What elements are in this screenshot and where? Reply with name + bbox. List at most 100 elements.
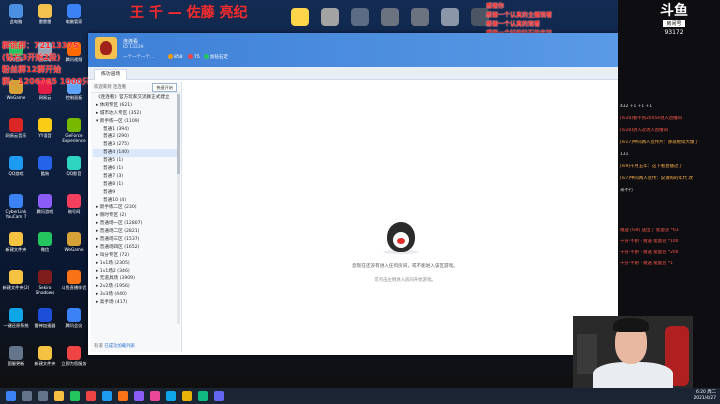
desktop-icon[interactable]: WeGame [60,232,88,252]
task-view-icon[interactable] [38,391,48,401]
room-category[interactable]: ▸ 限时专区 (2) [93,212,177,220]
room-category[interactable]: ▸ 2v2场 (1956) [93,283,177,291]
folder-icon[interactable] [54,391,64,401]
desktop-icon[interactable]: CyberLink YouCam 7 [2,194,30,219]
room-item[interactable]: 普通3 (275) [93,141,177,149]
desktop-icon[interactable]: 国服更新 [2,346,30,366]
desktop-icon-label: YY语音 [38,133,52,138]
avatar[interactable] [95,37,117,59]
desktop-icon-label: 此电脑 [9,19,23,24]
app-icon [9,346,23,360]
tab-practice[interactable]: 练功道场 [94,69,128,80]
desktop-icon[interactable]: 斗鱼直播伴侣 [60,270,88,290]
penguin-mascot-icon [383,220,419,256]
room-item[interactable]: 普通5 (1) [93,157,177,165]
desktop-icon[interactable]: 新建文件夹 [31,346,59,366]
room-category[interactable]: ▸ 城市达人专区 (352) [93,110,177,118]
app-icon[interactable] [102,391,112,401]
overlay-line: 感谢你 [486,3,505,10]
room-category[interactable]: ▸ 普通场三区 (1537) [93,236,177,244]
diamond-badge[interactable]: 加钻石定 [204,54,228,60]
empty-state-message: 您现在还没有进入任何房间，或不能进入该区游戏。 [352,264,458,269]
desktop-icon[interactable]: 微信 [31,232,59,252]
game-lobby-window[interactable]: 连连看 ID 13239 一个一个一个... 858 75 加钻石定 练功道场 … [88,33,629,355]
desktop-icon[interactable]: 网易云音乐 [2,118,30,138]
desktop-icon[interactable]: 新建文件夹 [2,232,30,252]
room-category[interactable]: ▸ 叫分专区 (72) [93,252,177,260]
app-icon[interactable] [86,391,96,401]
room-item[interactable]: 普通2 (290) [93,133,177,141]
desktop-icon-label: 微信 [40,247,50,252]
room-category[interactable]: 《连连看》官方玩家交流群正式建立 [93,94,177,102]
app-icon[interactable] [381,8,399,26]
desktop-icon[interactable]: 新建文件夹(2) [2,270,30,290]
app-icon[interactable] [182,391,192,401]
room-category[interactable]: ▸ 普通场一区 (12807) [93,220,177,228]
room-item[interactable]: 普通4 (140) [93,149,177,158]
scrollbar[interactable] [177,94,180,324]
desktop-icon-label: 酷狗 [40,171,50,176]
quick-start-button[interactable]: 快速开始 [152,83,177,92]
room-category[interactable]: ▸ 1v1场 (2305) [93,260,177,268]
search-icon[interactable] [22,391,32,401]
desktop-icon[interactable]: 腾讯游戏 [31,194,59,214]
desktop-icon[interactable]: QQ影音 [60,156,88,176]
room-item[interactable]: 普通1 (394) [93,126,177,134]
desktop-icon[interactable]: Sekiro Shadows [31,270,59,295]
room-category[interactable]: ▸ 1v1场2 (346) [93,268,177,276]
room-list-footer: 有道 已成功加载列表 [94,343,135,349]
app-icon[interactable] [70,391,80,401]
app-icon[interactable] [198,391,208,401]
desktop-icon[interactable]: QQ游戏 [2,156,30,176]
desktop-icon[interactable]: 雷雷雷 [31,4,59,24]
chat-message: 131 [620,152,629,157]
room-item[interactable]: 普通7 (3) [93,173,177,181]
desktop-icon[interactable]: YY语音 [31,118,59,138]
app-icon[interactable] [214,391,224,401]
desktop-icon-label: 暗号网 [67,209,81,214]
room-item[interactable]: 普通6 (1) [93,165,177,173]
room-item[interactable]: 普通9 [93,189,177,197]
room-item[interactable]: 普通10 (4) [93,197,177,205]
logo-text: 斗鱼 [660,3,688,19]
desktop-icon[interactable]: 此电脑 [2,4,30,24]
desktop-icon[interactable]: 立即为您服务 [60,346,88,366]
desktop-icon[interactable]: 暗号网 [60,194,88,214]
room-category[interactable]: ▸ 3v3场 (440) [93,291,177,299]
home-icon[interactable] [291,8,309,26]
desktop-icon[interactable]: 腾讯会议 [60,308,88,328]
app-icon[interactable] [321,8,339,26]
room-category[interactable]: ▸ 休闲专区 (621) [93,102,177,110]
scrollbar-thumb[interactable] [177,94,180,174]
stream-logo: 斗鱼 房间号 93172 [644,3,704,47]
room-category[interactable]: ▸ 新手练二区 (230) [93,204,177,212]
room-category[interactable]: ▸ 高手场 (417) [93,299,177,307]
desktop-icon[interactable]: GeForce Experience [60,118,88,143]
desktop-icon[interactable]: 雷神加速器 [31,308,59,328]
room-category[interactable]: ▾ 新手练一区 (1109) [93,118,177,126]
app-icon[interactable] [411,8,429,26]
start-icon[interactable] [6,391,16,401]
room-category[interactable]: ▸ 普通场四区 (1652) [93,244,177,252]
room-item[interactable]: 普通8 (1) [93,181,177,189]
room-label: 房间号 [663,20,685,27]
desktop-icon-label: 一键还原系统 [3,323,29,328]
app-icon[interactable] [134,391,144,401]
footer-link[interactable]: 已成功加载列表 [104,344,135,349]
room-category[interactable]: ▸ 无道具场 (3909) [93,275,177,283]
system-clock[interactable]: 6:20 周二 2021/4/27 [693,390,716,401]
app-icon[interactable] [118,391,128,401]
app-icon[interactable] [150,391,160,401]
app-icon[interactable] [441,8,459,26]
desktop-icon[interactable]: 电脑管家 [60,4,88,24]
app-icon[interactable] [351,8,369,26]
desktop-icon[interactable]: 一键还原系统 [2,308,30,328]
app-icon [38,346,52,360]
app-icon [9,4,23,18]
chat-message: 千分·不耐 · 赠送 能量豆 *1 [620,261,673,266]
desktop-icon[interactable]: 酷狗 [31,156,59,176]
room-category[interactable]: ▸ 普通场二区 (2821) [93,228,177,236]
footer-prefix: 有道 [94,344,105,349]
app-icon[interactable] [166,391,176,401]
chat-message: [lv7]中间两人宣传：说请购的年代 改 [620,176,693,181]
